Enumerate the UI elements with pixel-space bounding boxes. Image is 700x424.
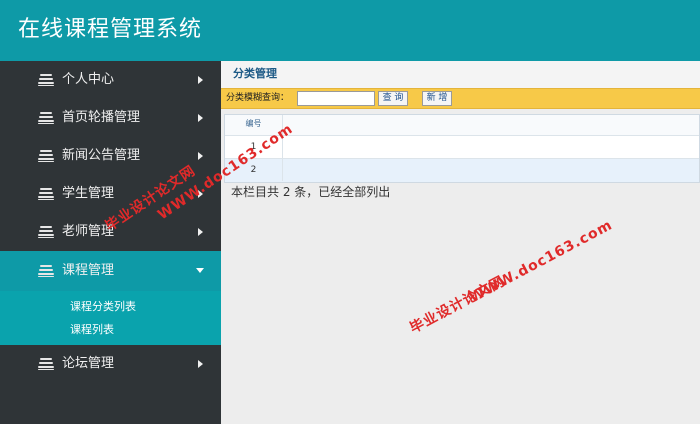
stack-icon xyxy=(38,150,54,162)
courses-submenu: 课程分类列表 课程列表 xyxy=(0,291,221,345)
stack-icon xyxy=(38,358,54,370)
app-header: 在线课程管理系统 xyxy=(0,0,700,61)
main-content: 分类管理 分类模糊查询： 查 询 新 增 编号 1 2 本栏目共 2 条，已经全… xyxy=(221,61,700,424)
sidebar-item-courses[interactable]: 课程管理 xyxy=(0,251,221,291)
sidebar-item-label: 个人中心 xyxy=(62,72,115,87)
sidebar-item-banner[interactable]: 首页轮播管理 xyxy=(0,99,221,137)
sidebar-item-label: 首页轮播管理 xyxy=(62,110,141,125)
column-header-id[interactable]: 编号 xyxy=(225,115,283,135)
chevron-right-icon xyxy=(198,76,203,84)
sidebar-item-news[interactable]: 新闻公告管理 xyxy=(0,137,221,175)
search-toolbar: 分类模糊查询： 查 询 新 增 xyxy=(221,88,700,109)
stack-icon xyxy=(38,226,54,238)
chevron-right-icon xyxy=(198,114,203,122)
query-button[interactable]: 查 询 xyxy=(378,91,408,106)
submenu-item-course-list[interactable]: 课程列表 xyxy=(70,323,114,337)
chevron-right-icon xyxy=(198,152,203,160)
sidebar-item-personal-center[interactable]: 个人中心 xyxy=(0,61,221,99)
table-cell-id: 2 xyxy=(225,159,283,181)
category-table: 编号 1 2 xyxy=(224,114,700,183)
app-window: 在线课程管理系统 个人中心 首页轮播管理 新闻公告管理 学生管理 老师管理 课程… xyxy=(0,0,700,424)
chevron-down-icon xyxy=(196,268,204,273)
sidebar-item-label: 论坛管理 xyxy=(62,356,115,371)
add-button[interactable]: 新 增 xyxy=(422,91,452,106)
page-title-bar: 分类管理 xyxy=(221,61,700,88)
chevron-right-icon xyxy=(198,190,203,198)
sidebar-item-label: 老师管理 xyxy=(62,224,115,239)
app-title: 在线课程管理系统 xyxy=(18,17,203,42)
table-cell-id: 1 xyxy=(225,136,283,158)
sidebar-item-teachers[interactable]: 老师管理 xyxy=(0,213,221,251)
record-summary: 本栏目共 2 条，已经全部列出 xyxy=(231,185,391,199)
table-row[interactable]: 2 xyxy=(225,159,699,182)
table-header-row: 编号 xyxy=(225,115,699,136)
chevron-right-icon xyxy=(198,228,203,236)
sidebar: 个人中心 首页轮播管理 新闻公告管理 学生管理 老师管理 课程管理 课程分类列表… xyxy=(0,61,221,424)
category-search-input[interactable] xyxy=(297,91,375,106)
sidebar-item-students[interactable]: 学生管理 xyxy=(0,175,221,213)
submenu-item-category-list[interactable]: 课程分类列表 xyxy=(70,300,136,314)
sidebar-item-label: 新闻公告管理 xyxy=(62,148,141,163)
sidebar-item-label: 学生管理 xyxy=(62,186,115,201)
sidebar-item-forum[interactable]: 论坛管理 xyxy=(0,345,221,383)
stack-icon xyxy=(38,112,54,124)
stack-icon xyxy=(38,188,54,200)
sidebar-item-label: 课程管理 xyxy=(62,263,115,278)
table-row[interactable]: 1 xyxy=(225,136,699,159)
stack-icon xyxy=(38,74,54,86)
search-label: 分类模糊查询： xyxy=(226,93,290,103)
chevron-right-icon xyxy=(198,360,203,368)
stack-icon xyxy=(38,265,54,277)
page-title: 分类管理 xyxy=(233,67,277,80)
